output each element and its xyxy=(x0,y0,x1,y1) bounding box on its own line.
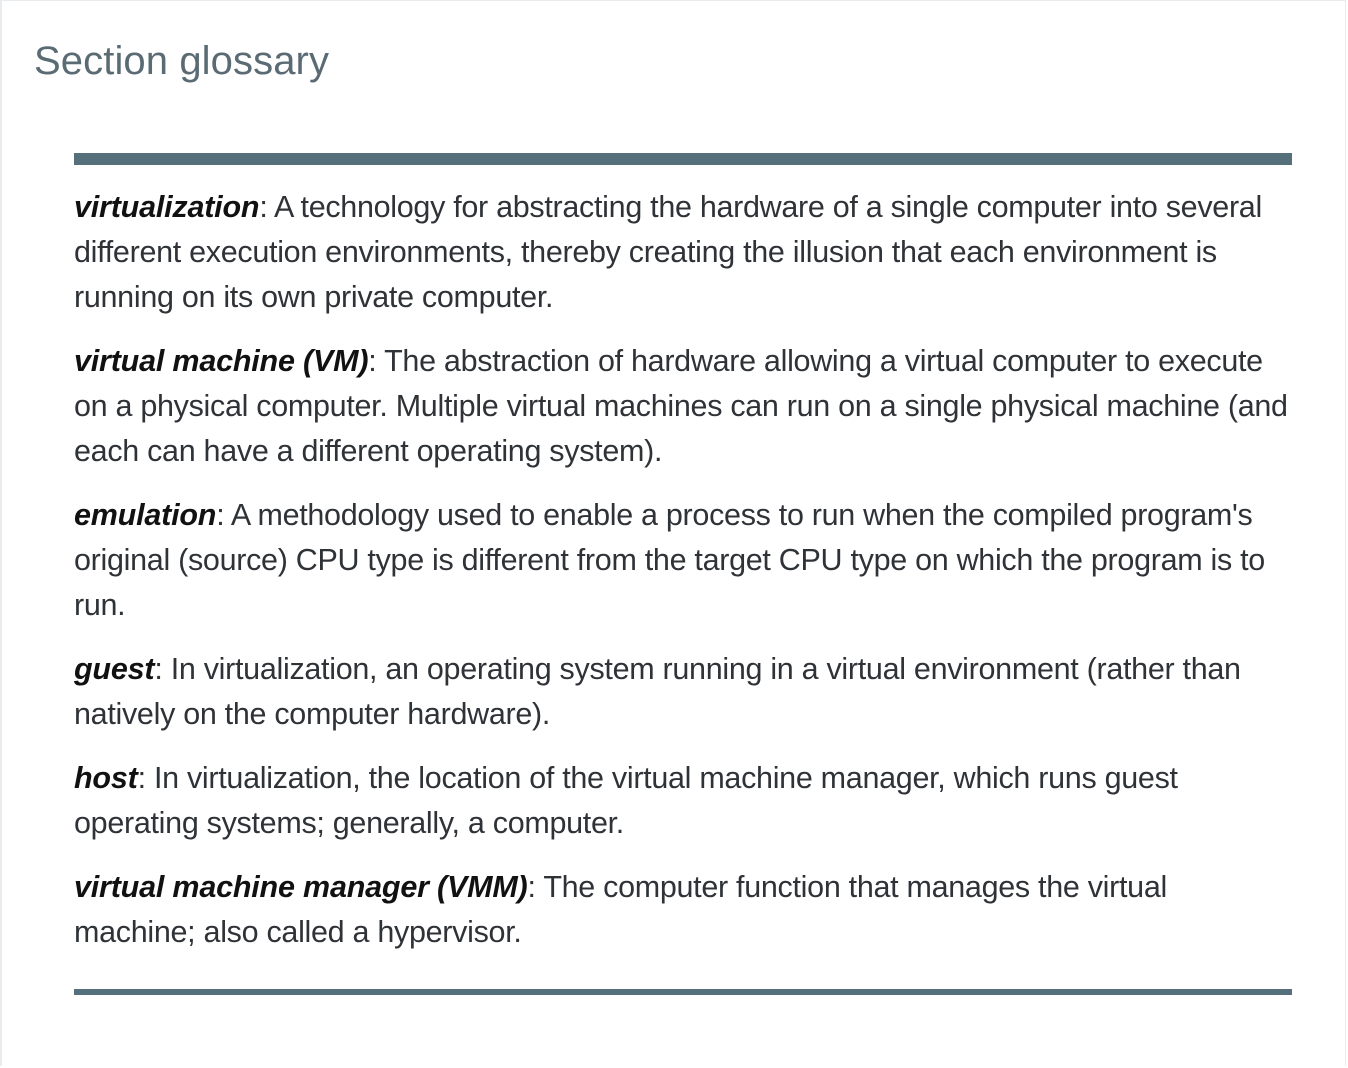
glossary-term: guest xyxy=(74,652,155,686)
term-separator: : xyxy=(259,190,274,224)
term-separator: : xyxy=(368,344,385,378)
glossary-definition: A methodology used to enable a process t… xyxy=(74,498,1265,622)
glossary-definition: In virtualization, an operating system r… xyxy=(74,652,1241,731)
term-separator: : xyxy=(154,652,171,686)
glossary-entry-host: host: In virtualization, the location of… xyxy=(74,756,1292,846)
glossary-list: virtualization: A technology for abstrac… xyxy=(74,185,1292,974)
glossary-entry-emulation: emulation: A methodology used to enable … xyxy=(74,493,1292,628)
glossary-term: virtual machine (VM) xyxy=(74,344,369,378)
term-separator: : xyxy=(137,761,154,795)
glossary-term: host xyxy=(74,761,138,795)
glossary-term: emulation xyxy=(74,498,217,532)
glossary-term: virtual machine manager (VMM) xyxy=(74,870,528,904)
glossary-entry-virtualization: virtualization: A technology for abstrac… xyxy=(74,185,1292,320)
glossary-term: virtualization xyxy=(74,190,260,224)
glossary-entry-virtual-machine-manager: virtual machine manager (VMM): The compu… xyxy=(74,865,1292,955)
term-separator: : xyxy=(216,498,231,532)
term-separator: : xyxy=(527,870,544,904)
glossary-definition: In virtualization, the location of the v… xyxy=(74,761,1178,840)
section-title: Section glossary xyxy=(34,39,330,83)
glossary-entry-guest: guest: In virtualization, an operating s… xyxy=(74,647,1292,737)
glossary-box: virtualization: A technology for abstrac… xyxy=(74,153,1292,995)
glossary-entry-virtual-machine: virtual machine (VM): The abstraction of… xyxy=(74,339,1292,474)
